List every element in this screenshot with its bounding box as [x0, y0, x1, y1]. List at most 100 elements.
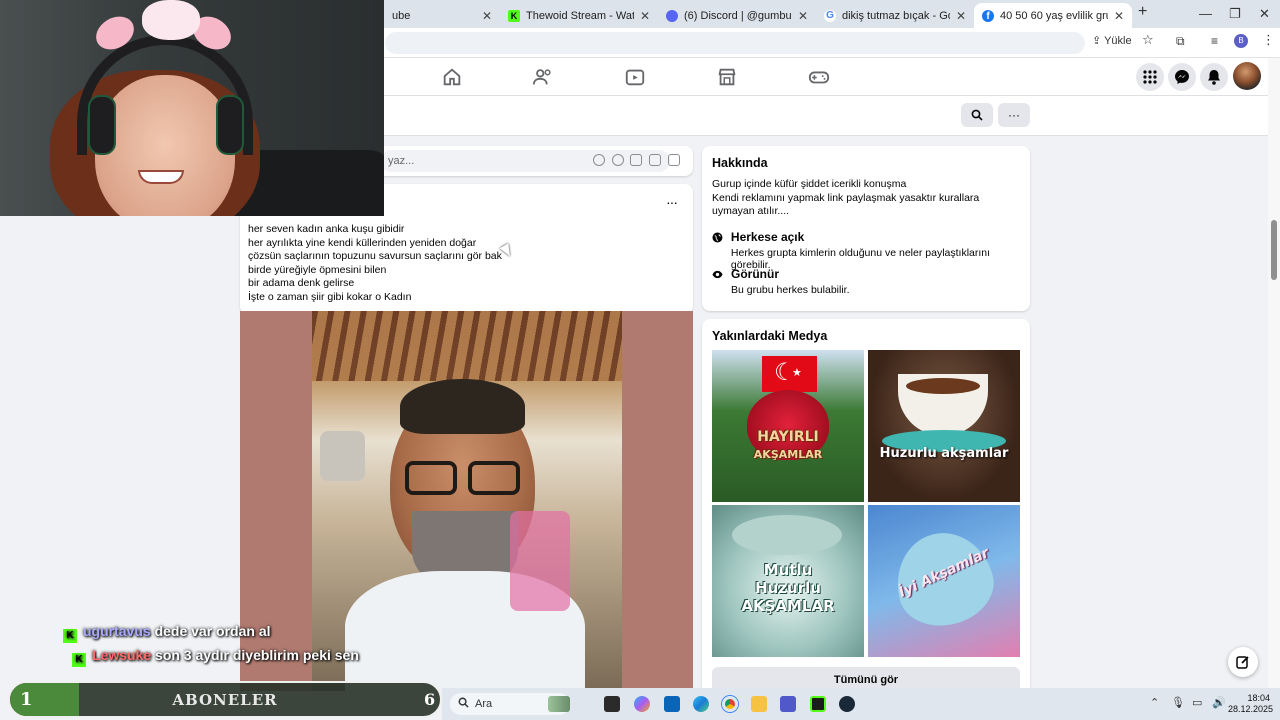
media-title: Yakınlardaki Medya	[712, 329, 828, 343]
outlook-icon[interactable]	[664, 696, 680, 712]
minimize-icon[interactable]: —	[1199, 6, 1212, 21]
notifications-bell-icon[interactable]	[1200, 63, 1228, 91]
search-highlight-icon[interactable]	[548, 696, 570, 712]
scrollbar-thumb[interactable]	[1271, 220, 1277, 280]
post-line: çözsün saçlarının topuzunu savursun saçl…	[248, 250, 502, 262]
about-description: Gurup içinde küfür şiddet icerikli konuş…	[712, 178, 980, 217]
close-tab-icon[interactable]: ✕	[1114, 9, 1124, 23]
extensions-icon[interactable]: ⧉	[1176, 34, 1185, 49]
kick-badge-icon: K	[63, 629, 77, 643]
kick-favicon-icon: K	[508, 9, 520, 22]
address-bar[interactable]	[385, 32, 1085, 54]
video-icon[interactable]	[624, 66, 646, 88]
chat-username: Lewsuke	[92, 647, 152, 663]
friends-icon[interactable]	[532, 66, 554, 88]
gif-icon[interactable]	[649, 154, 661, 166]
new-tab-icon[interactable]: +	[1138, 3, 1147, 21]
post-line: birde yüreğiyle öpmesini bilen	[248, 263, 387, 276]
about-card: Hakkında Gurup içinde küfür şiddet iceri…	[702, 146, 1030, 311]
media-image[interactable]: ☾ ★ HAYIRLI AKŞAMLAR	[712, 350, 864, 502]
microphone-icon[interactable]: 🎙	[1171, 696, 1185, 709]
search-icon	[971, 109, 983, 121]
photo-car	[320, 431, 365, 481]
visibility-title: Görünür	[731, 267, 779, 281]
chat-username: ugurtavus	[83, 623, 151, 639]
restore-icon[interactable]: ❐	[1229, 6, 1241, 22]
upload-button[interactable]: ⇪ Yükle	[1092, 34, 1132, 47]
webcam-overlay	[0, 0, 384, 216]
post-photo[interactable]	[240, 311, 693, 691]
menu-grid-icon[interactable]	[1136, 63, 1164, 91]
about-title: Hakkında	[712, 156, 768, 170]
edge-icon[interactable]	[693, 696, 709, 712]
avatar-sticker-icon[interactable]	[593, 154, 605, 166]
emoji-icon[interactable]	[612, 154, 624, 166]
chrome-icon[interactable]	[722, 696, 738, 712]
photo-glasses-left	[405, 461, 457, 495]
media-control-icon[interactable]: ≡	[1211, 34, 1218, 48]
taskbar-search-label: Ara	[475, 698, 493, 710]
comment-input[interactable]: yaz...	[380, 150, 670, 172]
gaming-icon[interactable]	[808, 66, 830, 88]
camera-icon[interactable]	[630, 154, 642, 166]
post-line: İşte o zaman şiir gibi kokar o Kadın	[248, 290, 412, 303]
steam-icon[interactable]	[839, 696, 855, 712]
close-tab-icon[interactable]: ✕	[956, 9, 966, 23]
close-tab-icon[interactable]: ✕	[482, 9, 492, 23]
display-icon[interactable]: ▭	[1192, 696, 1202, 709]
profile-avatar[interactable]: B	[1234, 34, 1248, 48]
media-image[interactable]: İyi Akşamlar	[868, 505, 1020, 657]
media-image[interactable]: Mutlu Huzurlu AKŞAMLAR	[712, 505, 864, 657]
headphones-left-cup	[88, 95, 116, 155]
messenger-icon[interactable]	[1168, 63, 1196, 91]
taskbar-clock[interactable]: 18:04 28.12.2025	[1228, 693, 1273, 715]
search-icon	[458, 697, 469, 708]
subscriber-goal-bar: 1 ABONELER 6	[8, 681, 442, 718]
chat-message: Kugurtavus dede var ordan al	[63, 623, 271, 643]
browser-tab-active[interactable]: f 40 50 60 yaş evlilik grubu | Face ✕	[974, 3, 1132, 28]
media-image[interactable]: Huzurlu akşamlar	[868, 350, 1020, 502]
user-avatar[interactable]	[1233, 62, 1261, 90]
group-search-button[interactable]	[961, 103, 993, 127]
group-more-button[interactable]: ···	[998, 103, 1030, 127]
nearby-media-card: Yakınlardaki Medya ☾ ★ HAYIRLI AKŞAMLAR Hu…	[702, 319, 1030, 699]
sticker-icon[interactable]	[668, 154, 680, 166]
tab-title: dikiş tutmaz bıçak - Google'da	[842, 9, 950, 22]
media-caption: HAYIRLI AKŞAMLAR	[753, 429, 823, 461]
bookmark-star-icon[interactable]: ☆	[1142, 32, 1154, 48]
tab-title: 40 50 60 yaş evlilik grubu | Face	[1000, 9, 1108, 22]
browser-tab[interactable]: ube ✕	[384, 3, 500, 28]
browser-tab[interactable]: K Thewoid Stream - Watch Live o ✕	[500, 3, 658, 28]
more-dots-icon: ···	[1008, 108, 1020, 122]
browser-tab[interactable]: (6) Discord | @gumburtu31 ✕	[658, 3, 816, 28]
tab-title: (6) Discord | @gumburtu31	[684, 9, 792, 22]
copilot-icon[interactable]	[634, 696, 650, 712]
bunny-headband-plush	[142, 0, 200, 40]
close-window-icon[interactable]: ✕	[1259, 6, 1270, 22]
tray-chevron-icon[interactable]: ⌃	[1150, 696, 1159, 709]
browser-tab[interactable]: G dikiş tutmaz bıçak - Google'da ✕	[816, 3, 974, 28]
photo-hair	[400, 379, 525, 434]
streamer-smile	[138, 170, 184, 184]
page-scrollbar[interactable]	[1268, 58, 1280, 688]
browser-menu-icon[interactable]: ⋮	[1262, 32, 1275, 48]
visibility-subtitle: Bu grubu herkes bulabilir.	[731, 284, 850, 296]
about-visibility-row: Görünür Bu grubu herkes bulabilir.	[712, 267, 850, 296]
close-tab-icon[interactable]: ✕	[798, 9, 808, 23]
kick-app-icon[interactable]	[810, 696, 826, 712]
sub-goal-label: ABONELER	[172, 691, 278, 709]
coffee-cup	[898, 374, 988, 436]
teams-icon[interactable]	[780, 696, 796, 712]
marketplace-icon[interactable]	[716, 66, 738, 88]
new-message-button[interactable]	[1228, 647, 1258, 677]
windows-taskbar: Ara ⌃ 🎙 ▭ 🔊 18:04 28.12.2025	[442, 688, 1280, 720]
file-explorer-icon[interactable]	[751, 696, 767, 712]
home-icon[interactable]	[441, 66, 463, 88]
volume-icon[interactable]: 🔊	[1212, 696, 1226, 709]
post-line: bir adama denk gelirse	[248, 277, 355, 289]
eye-icon	[712, 270, 723, 279]
upload-label: Yükle	[1104, 35, 1132, 47]
close-tab-icon[interactable]: ✕	[640, 9, 650, 23]
post-options-icon[interactable]: ···	[666, 194, 678, 210]
task-view-icon[interactable]	[604, 696, 620, 712]
